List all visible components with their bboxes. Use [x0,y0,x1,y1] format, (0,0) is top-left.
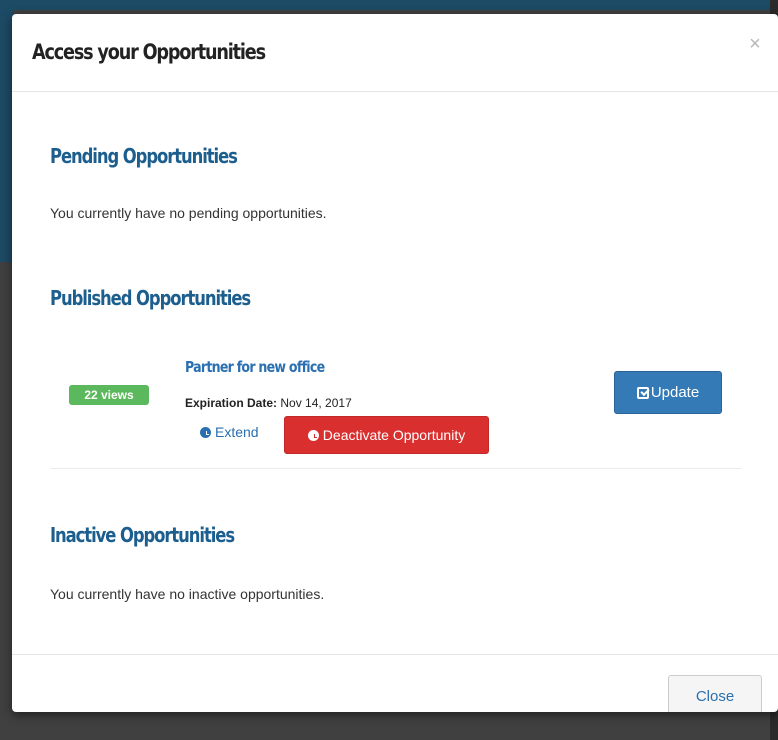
published-heading: Published Opportunities [50,286,251,310]
update-button[interactable]: Update [614,371,722,414]
backdrop-header-strip [0,0,778,10]
clock-icon [307,430,319,441]
inactive-heading: Inactive Opportunities [50,523,235,547]
close-icon[interactable]: × [745,33,765,55]
opportunity-title-link[interactable]: Partner for new office [185,358,325,376]
inactive-empty-message: You currently have no inactive opportuni… [50,586,325,602]
clock-icon [200,427,211,438]
expiration-date: Expiration Date: Nov 14, 2017 [185,396,352,410]
expiration-label: Expiration Date: [185,396,278,410]
extend-link[interactable]: Extend [200,424,259,440]
extend-label: Extend [215,424,259,440]
views-badge: 22 views [69,385,149,405]
opportunity-row: 22 views Partner for new office Expirati… [50,340,742,469]
modal-footer: Close [12,654,778,712]
deactivate-opportunity-button[interactable]: Deactivate Opportunity [284,416,489,454]
close-button[interactable]: Close [668,675,762,712]
update-label: Update [650,384,700,401]
expiration-value: Nov 14, 2017 [280,396,352,410]
modal-header: Access your Opportunities × [12,14,778,92]
pending-heading: Pending Opportunities [50,144,238,168]
edit-icon [636,387,649,399]
pending-empty-message: You currently have no pending opportunit… [50,205,327,221]
opportunities-modal: Access your Opportunities × Pending Oppo… [12,14,778,712]
deactivate-label: Deactivate Opportunity [322,427,466,443]
modal-title: Access your Opportunities [32,40,266,64]
